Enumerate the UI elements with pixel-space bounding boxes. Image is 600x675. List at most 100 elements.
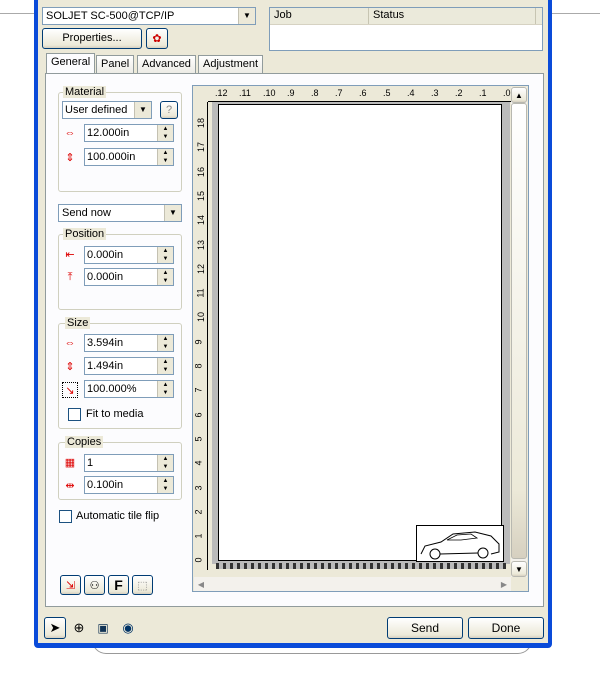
position-y-spinner[interactable]: ▲ ▼ <box>157 269 173 285</box>
material-height-spinner[interactable]: ▲ ▼ <box>157 149 173 165</box>
size-group-label: Size <box>65 317 91 329</box>
pointer-icon[interactable]: ➤ <box>44 617 66 639</box>
auto-tile-flip-label: Automatic tile flip <box>76 510 160 522</box>
position-y-value: 0.000in <box>87 271 124 283</box>
left-ruler-tick-label: 2 <box>193 509 204 515</box>
preview-icon[interactable]: ▣ <box>92 617 114 639</box>
copies-spacing-spinner[interactable]: ▲ ▼ <box>157 477 173 493</box>
job-queue: Job Status <box>269 7 543 51</box>
scroll-up-arrow[interactable]: ▲ <box>511 87 527 103</box>
chevron-down-icon[interactable]: ▼ <box>164 205 181 221</box>
send-button[interactable]: Send <box>387 617 463 639</box>
send-button-label: Send <box>410 621 440 635</box>
top-ruler-tick-label: .8 <box>311 88 319 98</box>
scale-icon: ↘ <box>62 382 78 398</box>
size-height-field[interactable]: 1.494in ▲ ▼ <box>84 357 174 375</box>
material-type-value: User defined <box>65 104 128 116</box>
size-height-icon: ⇕ <box>65 360 75 373</box>
scroll-right-arrow[interactable]: ▶ <box>497 577 511 591</box>
material-width-value: 12.000in <box>87 127 130 139</box>
printer-name: SOLJET SC-500@TCP/IP <box>46 10 175 22</box>
chevron-down-icon[interactable]: ▼ <box>238 8 255 24</box>
tab-panel-label: Panel <box>101 58 130 70</box>
done-button[interactable]: Done <box>468 617 544 639</box>
left-ruler-tick-label: 12 <box>196 263 207 274</box>
material-width-spinner[interactable]: ▲ ▼ <box>157 125 173 141</box>
tab-adjustment-label: Adjustment <box>203 58 259 70</box>
column-header-job[interactable]: Job <box>270 8 369 24</box>
send-mode-select[interactable]: Send now ▼ <box>58 204 182 222</box>
zoom-fit-icon[interactable]: ◉ <box>117 617 139 639</box>
material-width-field[interactable]: 12.000in ▲ ▼ <box>84 124 174 142</box>
copies-spacing-value: 0.100in <box>87 479 124 491</box>
top-ruler-tick-label: .10 <box>263 88 276 98</box>
left-ruler-tick-label: 16 <box>196 166 207 177</box>
position-x-field[interactable]: 0.000in ▲ ▼ <box>84 246 174 264</box>
fit-to-media-checkbox[interactable] <box>68 408 81 421</box>
properties-label: Properties... <box>62 32 122 44</box>
copies-count-field[interactable]: 1 ▲ ▼ <box>84 454 174 472</box>
top-ruler-tick-label: .0 <box>503 88 511 98</box>
size-scale-spinner[interactable]: ▲ ▼ <box>157 381 173 397</box>
horizontal-scrollbar[interactable] <box>194 577 511 591</box>
top-ruler-tick-label: .4 <box>407 88 415 98</box>
material-height-icon: ⇕ <box>65 151 75 164</box>
copies-count-value: 1 <box>87 457 94 469</box>
left-ruler-tick-label: 10 <box>196 312 207 323</box>
settings-icon-button[interactable]: ✿ <box>146 28 168 49</box>
top-ruler-tick-label: .1 <box>479 88 487 98</box>
chevron-down-icon[interactable]: ▼ <box>134 102 151 118</box>
zoom-icon[interactable]: ⊕ <box>68 617 90 639</box>
left-ruler-tick-label: 6 <box>193 412 204 418</box>
column-header-extra[interactable] <box>536 8 542 24</box>
bottom-arrow-strip <box>216 563 506 569</box>
position-y-icon: ⤒ <box>67 270 73 283</box>
size-width-icon: ⇔ <box>64 337 76 349</box>
position-y-field[interactable]: 0.000in ▲ ▼ <box>84 268 174 286</box>
left-ruler-tick-label: 4 <box>193 460 204 466</box>
auto-tile-flip-checkbox[interactable] <box>59 510 72 523</box>
tab-general[interactable]: General <box>46 53 96 73</box>
help-icon[interactable]: ? <box>160 101 178 119</box>
left-ruler-tick-label: 17 <box>196 142 207 153</box>
position-x-spinner[interactable]: ▲ ▼ <box>157 247 173 263</box>
top-ruler-tick-label: .5 <box>383 88 391 98</box>
size-height-spinner[interactable]: ▲ ▼ <box>157 358 173 374</box>
position-x-icon: ⇤ <box>65 248 75 261</box>
scroll-left-arrow[interactable]: ◀ <box>194 577 208 591</box>
left-ruler-tick-label: 18 <box>196 117 207 129</box>
left-ruler-tick-label: 13 <box>196 239 207 250</box>
copies-icon: ▦ <box>64 456 76 469</box>
move-to-origin-icon[interactable]: ⇲ <box>60 575 81 595</box>
select-area-icon[interactable]: ⬚ <box>132 575 153 595</box>
tab-advanced[interactable]: Advanced <box>137 55 196 73</box>
size-scale-field[interactable]: 100.000% ▲ ▼ <box>84 380 174 398</box>
copies-spacing-field[interactable]: 0.100in ▲ ▼ <box>84 476 174 494</box>
send-mode-value: Send now <box>62 207 111 219</box>
top-ruler-tick-label: .11 <box>239 88 251 98</box>
top-ruler-tick-label: .12 <box>215 88 228 98</box>
copies-spacing-icon: ⇹ <box>65 479 75 492</box>
column-header-status[interactable]: Status <box>369 8 536 24</box>
left-ruler-tick-label: 3 <box>193 484 204 491</box>
tab-general-label: General <box>51 56 91 68</box>
tile-icon[interactable]: ⚇ <box>84 575 105 595</box>
scroll-thumb[interactable] <box>511 103 527 559</box>
properties-button[interactable]: Properties... <box>42 28 142 49</box>
tab-adjustment[interactable]: Adjustment <box>198 55 264 73</box>
position-x-value: 0.000in <box>87 249 124 261</box>
printer-select[interactable]: SOLJET SC-500@TCP/IP ▼ <box>42 7 256 25</box>
top-ruler-tick-label: .6 <box>359 88 367 98</box>
position-group-label: Position <box>63 228 107 240</box>
size-width-field[interactable]: 3.594in ▲ ▼ <box>84 334 174 352</box>
f-button[interactable]: F <box>108 575 129 595</box>
desktop-menu-fragment <box>0 0 34 14</box>
copies-count-spinner[interactable]: ▲ ▼ <box>157 455 173 471</box>
left-ruler-tick-label: 1 <box>193 533 204 539</box>
material-height-field[interactable]: 100.000in ▲ ▼ <box>84 148 174 166</box>
scroll-down-arrow[interactable]: ▼ <box>511 561 527 577</box>
tab-panel[interactable]: Panel <box>96 55 135 73</box>
material-type-select[interactable]: User defined ▼ <box>62 101 152 119</box>
size-width-spinner[interactable]: ▲ ▼ <box>157 335 173 351</box>
tab-advanced-label: Advanced <box>142 58 191 70</box>
